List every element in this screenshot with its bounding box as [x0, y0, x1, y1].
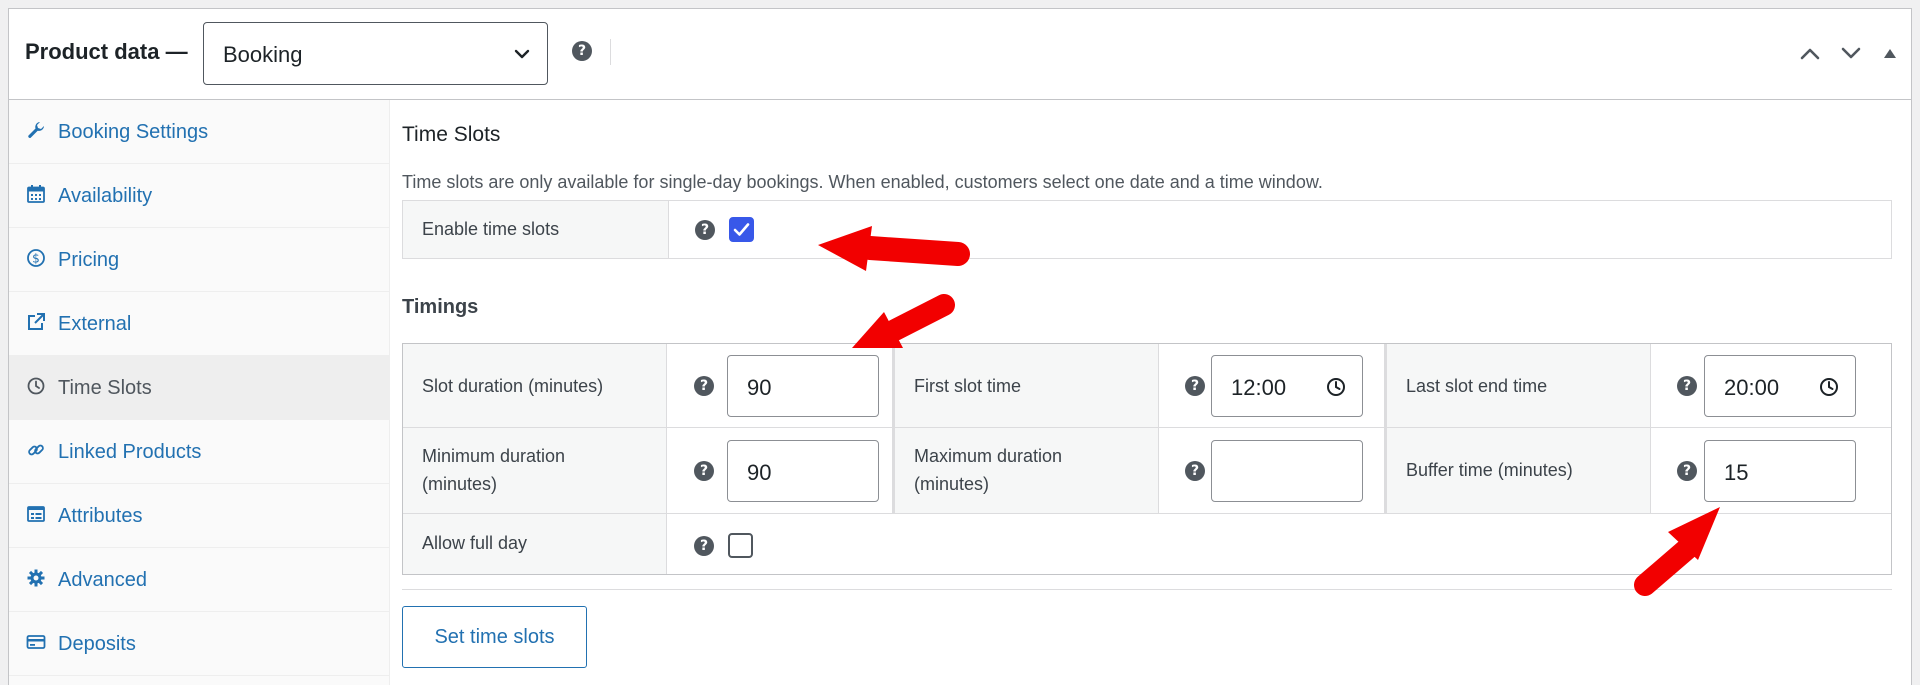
sidebar-item-advanced[interactable]: Advanced — [9, 548, 390, 612]
last-slot-end-time-value: 20:00 — [1724, 375, 1780, 400]
clock-icon[interactable] — [1326, 377, 1346, 397]
sidebar-item-availability[interactable]: Availability — [9, 164, 390, 228]
first-slot-time-input[interactable]: 12:00 — [1211, 355, 1363, 417]
help-icon[interactable]: ? — [1677, 376, 1697, 396]
last-slot-end-time-field-cell: ? 20:00 — [1651, 344, 1891, 428]
set-time-slots-button[interactable]: Set time slots — [402, 606, 587, 668]
sidebar-item-time-slots[interactable]: Time Slots — [9, 356, 390, 420]
first-slot-time-label: First slot time — [914, 376, 1022, 396]
section-description: Time slots are only available for single… — [402, 172, 1323, 192]
gear-icon — [27, 569, 45, 587]
sidebar-item-label: Attributes — [58, 505, 143, 527]
enable-time-slots-row: Enable time slots ? — [402, 200, 1892, 259]
allow-full-day-checkbox[interactable] — [728, 533, 753, 558]
slot-duration-label: Slot duration (minutes) — [422, 376, 604, 396]
sidebar-item-external[interactable]: External — [9, 292, 390, 356]
external-link-icon — [28, 313, 45, 330]
first-slot-time-label-cell: First slot time — [895, 344, 1159, 428]
sidebar-item-label: Booking Settings — [58, 121, 209, 143]
enable-time-slots-label-cell: Enable time slots — [403, 201, 669, 258]
help-icon[interactable]: ? — [1185, 461, 1205, 481]
timings-grid: Slot duration (minutes) ? 90 First slot … — [402, 343, 1892, 575]
help-icon[interactable]: ? — [572, 41, 592, 61]
move-down-icon[interactable] — [1839, 43, 1863, 63]
product-data-tabs: Booking Settings Availability $ Pricing … — [9, 100, 390, 685]
slot-duration-field-cell: ? 90 — [667, 344, 895, 428]
maximum-duration-label-line2: (minutes) — [914, 474, 990, 494]
maximum-duration-field-cell: ? — [1159, 428, 1387, 514]
timings-title: Timings — [402, 296, 479, 318]
minimum-duration-label-cell: Minimum duration (minutes) — [403, 428, 667, 514]
help-icon[interactable]: ? — [694, 461, 714, 481]
minimum-duration-input[interactable]: 90 — [727, 440, 879, 502]
sidebar-item-booking-settings[interactable]: Booking Settings — [9, 100, 390, 164]
minimum-duration-label-line1: Minimum duration — [422, 446, 566, 466]
sidebar-item-label: External — [58, 313, 132, 335]
sidebar-item-label: Advanced — [58, 569, 147, 591]
help-icon[interactable]: ? — [694, 376, 714, 396]
buffer-time-value: 15 — [1724, 460, 1749, 485]
checkmark-icon — [733, 223, 750, 236]
section-title: Time Slots — [402, 123, 501, 146]
product-type-value: Booking — [223, 42, 303, 67]
sidebar-item-attributes[interactable]: Attributes — [9, 484, 390, 548]
buffer-time-label-cell: Buffer time (minutes) — [1387, 428, 1651, 514]
minimum-duration-field-cell: ? 90 — [667, 428, 895, 514]
chevron-down-icon — [514, 49, 530, 59]
last-slot-end-time-label: Last slot end time — [1406, 376, 1548, 396]
svg-text:$: $ — [32, 252, 40, 266]
help-icon[interactable]: ? — [1185, 376, 1205, 396]
dollar-icon: $ — [27, 249, 45, 267]
calendar-icon — [27, 185, 45, 203]
allow-full-day-label-cell: Allow full day — [403, 514, 667, 574]
last-slot-end-time-label-cell: Last slot end time — [1387, 344, 1651, 428]
clock-icon — [27, 377, 45, 395]
sidebar-item-label: Availability — [58, 185, 153, 207]
first-slot-time-value: 12:00 — [1231, 375, 1287, 400]
help-icon[interactable]: ? — [694, 536, 714, 556]
last-slot-end-time-input[interactable]: 20:00 — [1704, 355, 1856, 417]
allow-full-day-label: Allow full day — [422, 533, 528, 553]
clock-icon[interactable] — [1819, 377, 1839, 397]
minimum-duration-label-line2: (minutes) — [422, 474, 498, 494]
maximum-duration-label-cell: Maximum duration (minutes) — [895, 428, 1159, 514]
enable-time-slots-checkbox[interactable] — [729, 217, 754, 242]
panel-header: Product data — Booking ? — [9, 9, 1911, 100]
buffer-time-field-cell: ? 15 — [1651, 428, 1891, 514]
attributes-icon — [27, 506, 45, 522]
sidebar-item-deposits[interactable]: Deposits — [9, 612, 390, 676]
maximum-duration-label-line1: Maximum duration — [914, 446, 1063, 466]
move-up-icon[interactable] — [1798, 43, 1822, 63]
maximum-duration-input[interactable] — [1211, 440, 1363, 502]
wrench-icon — [28, 122, 44, 138]
link-icon — [28, 444, 44, 456]
sidebar-item-label: Deposits — [58, 633, 136, 655]
product-type-select[interactable]: Booking — [203, 22, 548, 85]
slot-duration-value: 90 — [747, 375, 772, 400]
sidebar-item-label: Time Slots — [58, 377, 152, 399]
sidebar-item-label: Linked Products — [58, 441, 202, 463]
section-divider — [402, 589, 1892, 590]
minimum-duration-value: 90 — [747, 460, 772, 485]
header-separator — [610, 39, 611, 65]
enable-time-slots-label: Enable time slots — [422, 219, 560, 239]
sidebar-item-pricing[interactable]: $ Pricing — [9, 228, 390, 292]
panel-title: Product data — — [25, 39, 188, 64]
sidebar-item-label: Pricing — [58, 249, 120, 271]
slot-duration-input[interactable]: 90 — [727, 355, 879, 417]
buffer-time-label: Buffer time (minutes) — [1406, 460, 1573, 480]
buffer-time-input[interactable]: 15 — [1704, 440, 1856, 502]
toggle-panel-icon[interactable] — [1881, 43, 1899, 63]
slot-duration-label-cell: Slot duration (minutes) — [403, 344, 667, 428]
help-icon[interactable]: ? — [695, 220, 715, 240]
sidebar-item-linked-products[interactable]: Linked Products — [9, 420, 390, 484]
help-icon[interactable]: ? — [1677, 461, 1697, 481]
card-icon — [26, 635, 46, 649]
first-slot-time-field-cell: ? 12:00 — [1159, 344, 1387, 428]
